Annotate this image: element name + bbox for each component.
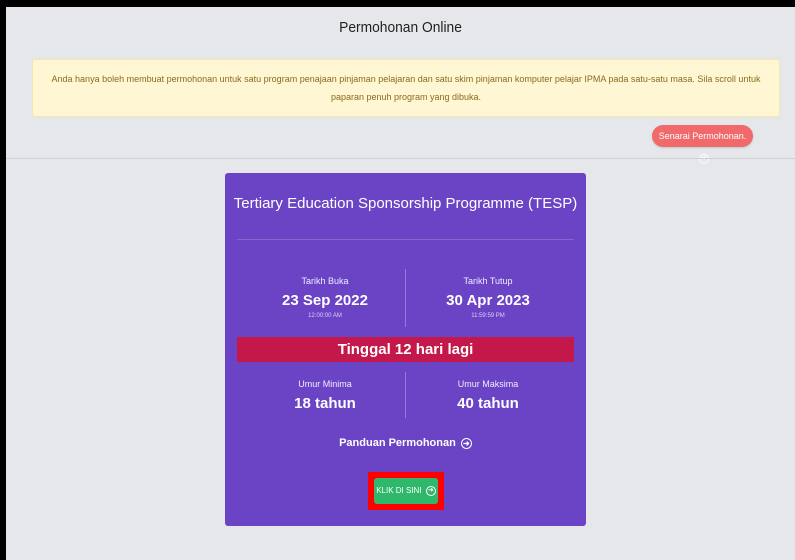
program-title: Tertiary Education Sponsorship Programme… [233,195,578,212]
open-date-value: 23 Sep 2022 [282,292,368,309]
apply-button-label: KLIK DI SINI [376,486,422,495]
min-age-label: Umur Minima [298,379,352,389]
card-separator [237,239,574,240]
max-age-block: Umur Maksima 40 tahun [403,379,573,412]
apply-button-highlight: KLIK DI SINI ➜ [368,472,444,510]
close-date-block: Tarikh Tutup 30 Apr 2023 11:59:59 PM [403,276,573,319]
application-guide-link[interactable]: Panduan Permohonan ➜ [225,437,586,449]
notice-alert: Anda hanya boleh membuat permohonan untu… [32,59,780,117]
page-title: Permohonan Online [339,19,462,36]
open-date-label: Tarikh Buka [301,276,349,286]
arrow-right-circle-icon: ➜ [425,485,436,496]
max-age-label: Umur Maksima [457,379,519,389]
min-age-block: Umur Minima 18 tahun [240,379,410,412]
close-date-label: Tarikh Tutup [463,276,513,286]
program-card: Tertiary Education Sponsorship Programme… [225,173,586,526]
application-list-button[interactable]: Senarai Permohonan. ➜ [652,125,753,164]
close-time-value: 11:59:59 PM [471,313,505,319]
close-date-value: 30 Apr 2023 [446,292,530,309]
max-age-value: 40 tahun [457,395,519,412]
open-time-value: 12:00:00 AM [308,313,342,319]
application-list-label: Senarai Permohonan. [658,131,747,141]
notice-text: Anda hanya boleh membuat permohonan untu… [51,74,761,102]
apply-button[interactable]: KLIK DI SINI ➜ [374,478,438,504]
application-guide-label: Panduan Permohonan [339,437,456,449]
min-age-value: 18 tahun [294,395,356,412]
open-date-block: Tarikh Buka 23 Sep 2022 12:00:00 AM [240,276,410,319]
countdown-banner: Tinggal 12 hari lagi [237,337,574,362]
section-divider [6,158,795,159]
arrow-right-circle-icon: ➜ [460,437,472,449]
app-frame: Permohonan Online Anda hanya boleh membu… [6,7,795,560]
